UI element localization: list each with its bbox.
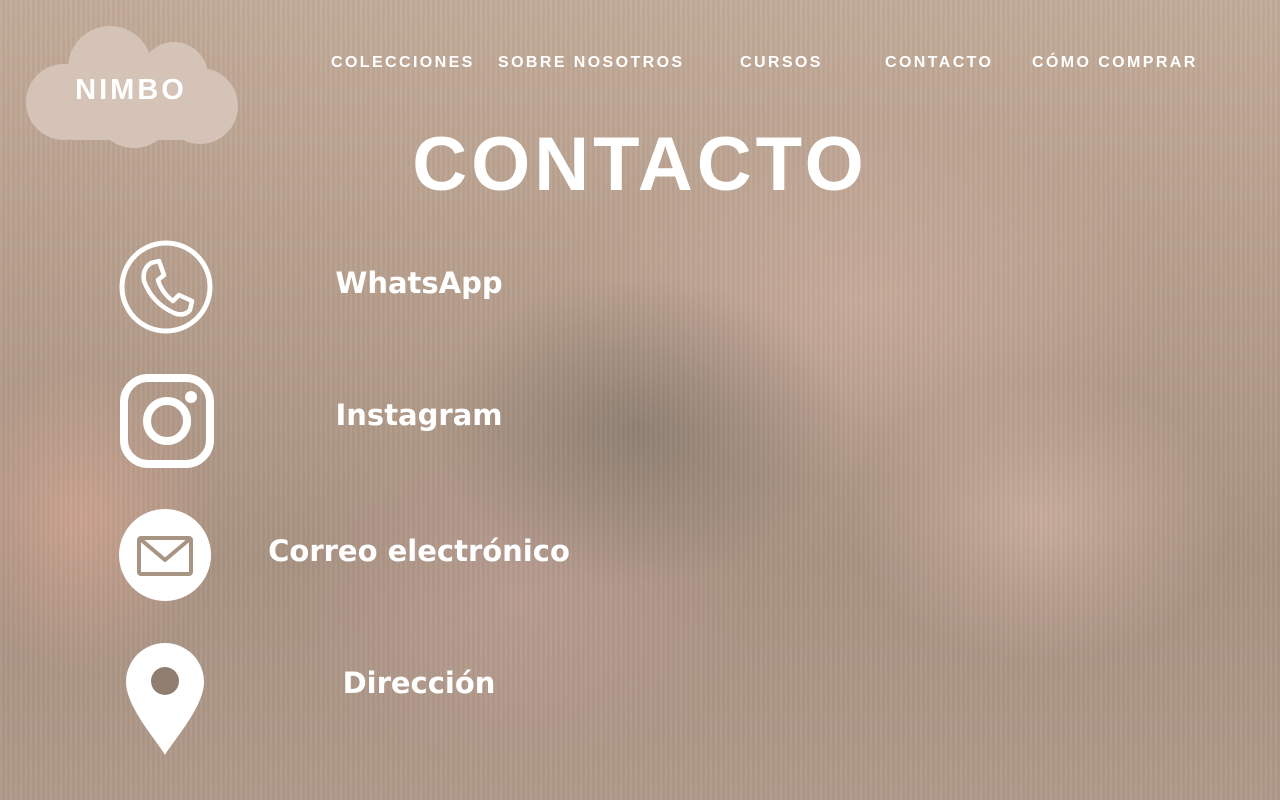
nav-link-como-comprar[interactable]: CÓMO COMPRAR <box>1032 54 1198 72</box>
nav-link-sobre-nosotros[interactable]: SOBRE NOSOTROS <box>498 54 685 72</box>
location-pin-icon[interactable] <box>124 641 206 757</box>
nav-link-colecciones[interactable]: COLECCIONES <box>331 54 475 72</box>
nav-link-cursos[interactable]: CURSOS <box>740 54 823 72</box>
email-link[interactable]: Correo electrónico <box>260 534 578 568</box>
phone-icon[interactable] <box>118 239 214 335</box>
instagram-link[interactable]: Instagram <box>300 398 538 432</box>
nav-link-contacto[interactable]: CONTACTO <box>885 54 993 72</box>
main-navigation: COLECCIONES SOBRE NOSOTROS CURSOS CONTAC… <box>0 54 1280 78</box>
logo-text: NIMBO <box>75 74 187 106</box>
whatsapp-link[interactable]: WhatsApp <box>300 266 538 300</box>
page-title: CONTACTO <box>412 122 868 207</box>
instagram-icon[interactable] <box>120 374 214 468</box>
mail-icon[interactable] <box>118 508 212 602</box>
address-link[interactable]: Dirección <box>300 666 538 700</box>
